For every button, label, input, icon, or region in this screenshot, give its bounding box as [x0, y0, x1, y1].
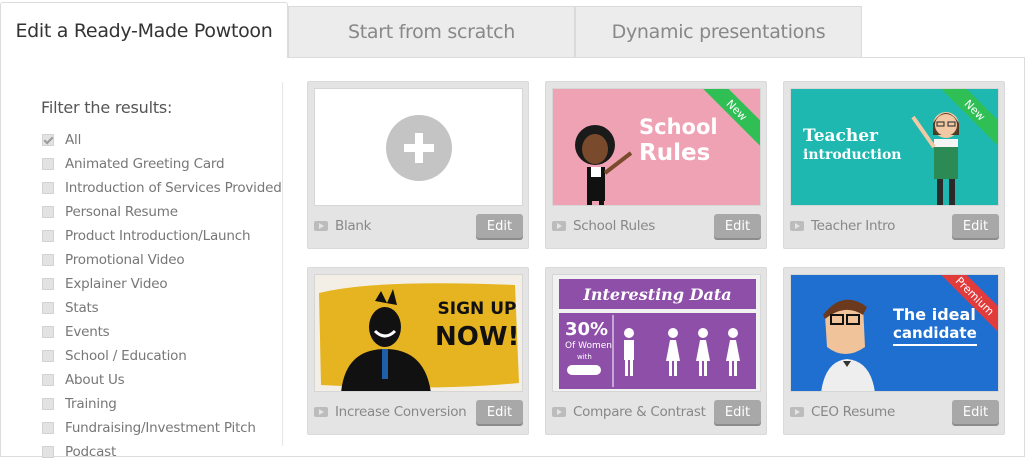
filter-item-school-education[interactable]: School / Education: [42, 344, 282, 368]
tab-edit-ready-made[interactable]: Edit a Ready-Made Powtoon: [0, 2, 288, 58]
card-footer: Compare & Contrast Edit: [552, 396, 761, 428]
edit-button[interactable]: Edit: [714, 214, 761, 238]
filter-item-podcast[interactable]: Podcast: [42, 440, 282, 464]
filter-label: Podcast: [65, 444, 117, 460]
checkbox[interactable]: [42, 422, 54, 434]
template-card-teacher-intro[interactable]: Teacher introduction New Teacher Intro E…: [783, 81, 1005, 249]
video-icon: [790, 407, 804, 417]
filter-label: Personal Resume: [65, 204, 178, 220]
checkbox[interactable]: [42, 398, 54, 410]
thumb-text: Rules: [639, 140, 711, 166]
people-icons: [567, 315, 740, 387]
card-footer: Teacher Intro Edit: [790, 210, 999, 242]
card-footer: Blank Edit: [314, 210, 523, 242]
thumb-text: SIGN UP: [437, 299, 517, 319]
edit-button[interactable]: Edit: [476, 214, 523, 238]
filter-label: Introduction of Services Provided: [65, 180, 282, 196]
edit-button[interactable]: Edit: [952, 214, 999, 238]
card-title: Teacher Intro: [811, 218, 896, 234]
video-icon: [552, 407, 566, 417]
checkbox[interactable]: [42, 326, 54, 338]
card-footer: School Rules Edit: [552, 210, 761, 242]
filter-label: All: [65, 132, 82, 148]
checkbox[interactable]: [42, 134, 54, 146]
filter-title: Filter the results:: [41, 98, 173, 117]
card-title: Blank: [335, 218, 372, 234]
filter-label: Stats: [65, 300, 99, 316]
filter-item-introduction-of-services[interactable]: Introduction of Services Provided: [42, 176, 282, 200]
checkbox[interactable]: [42, 254, 54, 266]
thumb-text: The ideal: [893, 305, 976, 324]
filter-label: About Us: [65, 372, 125, 388]
filter-label: Fundraising/Investment Pitch: [65, 420, 256, 436]
thumb-text: NOW!: [435, 322, 520, 352]
filter-item-stats[interactable]: Stats: [42, 296, 282, 320]
tab-dynamic-presentations[interactable]: Dynamic presentations: [575, 6, 862, 57]
filter-item-all[interactable]: All: [42, 128, 282, 152]
tab-start-from-scratch[interactable]: Start from scratch: [288, 6, 575, 57]
tab-bar: Edit a Ready-Made Powtoon Start from scr…: [0, 0, 1033, 58]
filter-label: Training: [65, 396, 117, 412]
video-icon: [314, 407, 328, 417]
checkbox[interactable]: [42, 374, 54, 386]
template-card-ceo-resume[interactable]: The ideal candidate Premium CEO Resume E…: [783, 267, 1005, 435]
card-title: CEO Resume: [811, 404, 895, 420]
template-card-blank[interactable]: Blank Edit: [307, 81, 529, 249]
add-icon[interactable]: [315, 89, 523, 206]
card-title: School Rules: [573, 218, 655, 234]
edit-button[interactable]: Edit: [714, 400, 761, 424]
filter-item-training[interactable]: Training: [42, 392, 282, 416]
edit-button[interactable]: Edit: [952, 400, 999, 424]
card-title: Increase Conversion: [335, 404, 467, 420]
filter-label: School / Education: [65, 348, 187, 364]
template-thumbnail[interactable]: School Rules New: [552, 88, 761, 206]
filter-item-about-us[interactable]: About Us: [42, 368, 282, 392]
template-thumbnail[interactable]: The ideal candidate Premium: [790, 274, 999, 392]
template-thumbnail[interactable]: Teacher introduction New: [790, 88, 999, 206]
video-icon: [790, 221, 804, 231]
filter-item-fundraising[interactable]: Fundraising/Investment Pitch: [42, 416, 282, 440]
card-footer: Increase Conversion Edit: [314, 396, 523, 428]
filter-label: Product Introduction/Launch: [65, 228, 251, 244]
template-card-increase-conversion[interactable]: SIGN UP NOW! Increase Conversion Edit: [307, 267, 529, 435]
video-icon: [552, 221, 566, 231]
filter-item-product-introduction[interactable]: Product Introduction/Launch: [42, 224, 282, 248]
filter-list: All Animated Greeting Card Introduction …: [42, 128, 282, 464]
card-footer: CEO Resume Edit: [790, 396, 999, 428]
template-thumbnail[interactable]: Interesting Data 30% Of Women with: [552, 274, 761, 392]
filter-label: Animated Greeting Card: [65, 156, 225, 172]
filter-item-promotional-video[interactable]: Promotional Video: [42, 248, 282, 272]
edit-button[interactable]: Edit: [476, 400, 523, 424]
card-title: Compare & Contrast: [573, 404, 706, 420]
thumb-text: School: [639, 115, 718, 139]
checkbox[interactable]: [42, 230, 54, 242]
checkbox[interactable]: [42, 350, 54, 362]
filter-item-personal-resume[interactable]: Personal Resume: [42, 200, 282, 224]
checkbox[interactable]: [42, 158, 54, 170]
template-thumbnail[interactable]: SIGN UP NOW!: [314, 274, 523, 392]
template-thumbnail[interactable]: [314, 88, 523, 206]
filter-item-explainer-video[interactable]: Explainer Video: [42, 272, 282, 296]
checkbox[interactable]: [42, 206, 54, 218]
template-card-school-rules[interactable]: School Rules New School Rules Edit: [545, 81, 767, 249]
video-icon: [314, 221, 328, 231]
thumb-text: candidate: [893, 324, 977, 346]
filter-item-events[interactable]: Events: [42, 320, 282, 344]
checkbox[interactable]: [42, 446, 54, 458]
filter-label: Explainer Video: [65, 276, 168, 292]
filter-label: Promotional Video: [65, 252, 185, 268]
filter-item-animated-greeting-card[interactable]: Animated Greeting Card: [42, 152, 282, 176]
filter-label: Events: [65, 324, 110, 340]
checkbox[interactable]: [42, 302, 54, 314]
template-card-compare-contrast[interactable]: Interesting Data 30% Of Women with Compa…: [545, 267, 767, 435]
checkbox[interactable]: [42, 182, 54, 194]
sidebar-divider: [282, 82, 283, 446]
checkbox[interactable]: [42, 278, 54, 290]
